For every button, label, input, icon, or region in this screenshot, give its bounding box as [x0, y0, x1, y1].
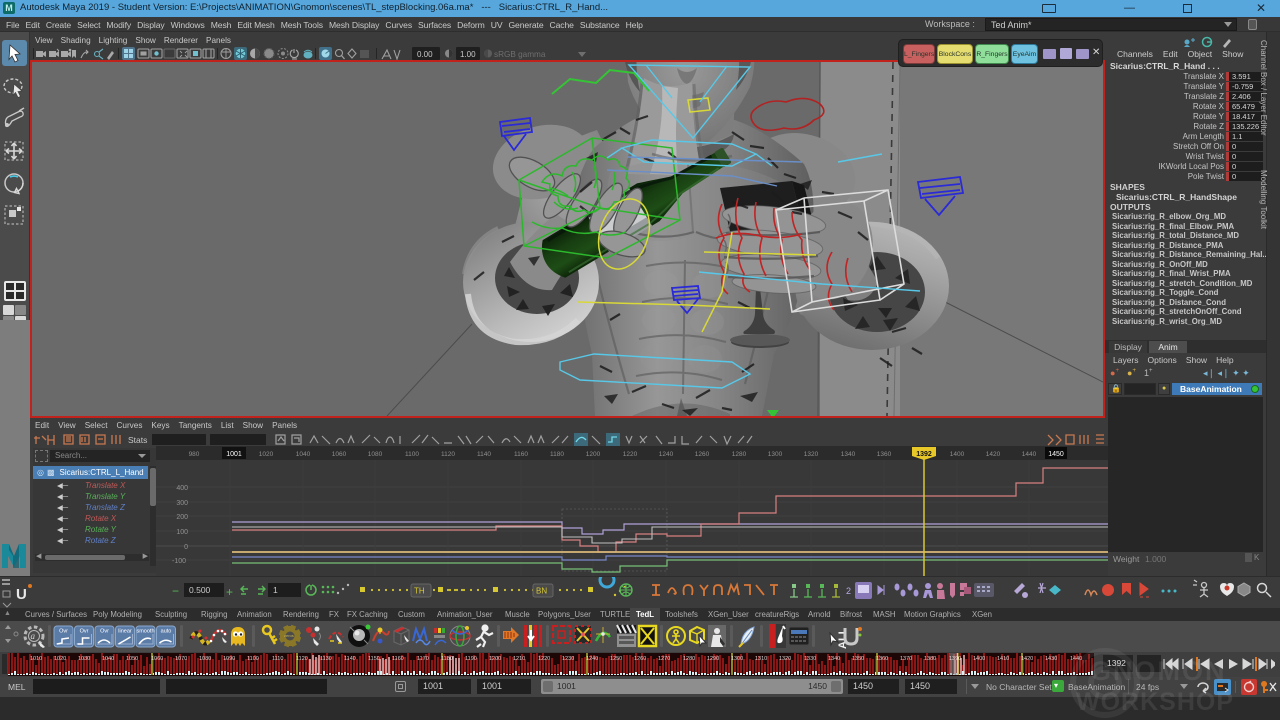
svg-text:1380: 1380	[924, 656, 936, 662]
svg-text:Ovr: Ovr	[59, 629, 68, 635]
svg-text:1120: 1120	[441, 451, 455, 458]
svg-text:+: +	[226, 585, 233, 599]
svg-text:TH: TH	[414, 587, 425, 596]
svg-text:1220: 1220	[538, 656, 550, 662]
svg-text:1300: 1300	[768, 451, 783, 458]
svg-text:Ovr: Ovr	[100, 629, 109, 635]
svg-text:1160: 1160	[514, 451, 528, 458]
svg-text:1020: 1020	[259, 451, 274, 458]
svg-text:1420: 1420	[1021, 656, 1033, 662]
svg-text:1180: 1180	[441, 656, 453, 662]
svg-text:1001: 1001	[226, 451, 242, 458]
svg-text:1060: 1060	[151, 656, 163, 662]
svg-text:1110: 1110	[272, 656, 283, 662]
svg-text:1210: 1210	[513, 656, 525, 662]
svg-text:1360: 1360	[876, 656, 888, 662]
svg-text:2: 2	[846, 586, 851, 596]
svg-text:1340: 1340	[828, 656, 840, 662]
svg-text:1080: 1080	[199, 656, 211, 662]
svg-text:400: 400	[176, 485, 188, 492]
svg-text:1240: 1240	[659, 451, 674, 458]
svg-text:1390: 1390	[949, 656, 961, 662]
svg-text:1400: 1400	[950, 451, 965, 458]
svg-text:1260: 1260	[695, 451, 710, 458]
svg-text:1340: 1340	[841, 451, 856, 458]
svg-text:1040: 1040	[296, 451, 311, 458]
svg-text:1: 1	[273, 585, 278, 595]
svg-text:1250: 1250	[610, 656, 622, 662]
svg-text:1150: 1150	[368, 656, 380, 662]
svg-text:U: U	[16, 586, 27, 603]
svg-text:1420: 1420	[986, 451, 1001, 458]
svg-text:BN: BN	[536, 587, 547, 596]
svg-text:1030: 1030	[78, 656, 90, 662]
svg-text:1220: 1220	[623, 451, 638, 458]
svg-text:1100: 1100	[247, 656, 259, 662]
svg-text:1140: 1140	[477, 451, 491, 458]
svg-text:1100: 1100	[405, 451, 419, 458]
svg-text:1260: 1260	[634, 656, 646, 662]
svg-text:300: 300	[176, 500, 188, 507]
svg-text:sRGB gamma: sRGB gamma	[494, 50, 546, 59]
svg-text:100: 100	[176, 529, 188, 536]
svg-text:1040: 1040	[102, 656, 114, 662]
svg-text:1170: 1170	[417, 656, 429, 662]
svg-text:1070: 1070	[175, 656, 187, 662]
svg-text:1180: 1180	[550, 451, 564, 458]
svg-text:1370: 1370	[900, 656, 912, 662]
svg-text:zeros: zeros	[284, 633, 294, 638]
svg-text:1360: 1360	[877, 451, 892, 458]
svg-text:1270: 1270	[658, 656, 670, 662]
svg-text:linear: linear	[118, 629, 132, 635]
svg-text:1020: 1020	[54, 656, 66, 662]
svg-text:1010: 1010	[30, 656, 42, 662]
svg-text:auto: auto	[161, 629, 172, 635]
svg-text:1330: 1330	[804, 656, 816, 662]
svg-text:1450: 1450	[1048, 451, 1064, 458]
svg-text:1280: 1280	[732, 451, 747, 458]
svg-text:1350: 1350	[852, 656, 864, 662]
svg-text:1440: 1440	[1070, 656, 1082, 662]
svg-text:1050: 1050	[126, 656, 138, 662]
svg-text:Ovr: Ovr	[80, 629, 89, 635]
svg-text:Stats: Stats	[128, 435, 147, 445]
svg-text:200: 200	[176, 514, 188, 521]
svg-text:1430: 1430	[1045, 656, 1057, 662]
svg-text:0.00: 0.00	[417, 50, 433, 59]
svg-text:1130: 1130	[320, 656, 332, 662]
svg-text:980: 980	[189, 451, 200, 458]
svg-text:0.500: 0.500	[189, 585, 211, 595]
svg-text:1090: 1090	[223, 656, 235, 662]
svg-text:1240: 1240	[586, 656, 598, 662]
svg-text:ALL: ALL	[837, 627, 849, 649]
svg-text:−: −	[172, 584, 179, 598]
svg-text:1320: 1320	[804, 451, 819, 458]
svg-text:1080: 1080	[368, 451, 383, 458]
svg-text:a: a	[31, 631, 36, 641]
svg-text:1410: 1410	[997, 656, 1009, 662]
svg-text:0: 0	[184, 544, 188, 551]
svg-text:1160: 1160	[392, 656, 404, 662]
svg-text:1230: 1230	[562, 656, 574, 662]
svg-text:1400: 1400	[973, 656, 985, 662]
svg-text:1392: 1392	[916, 451, 932, 458]
svg-text:-100: -100	[172, 558, 186, 565]
svg-text:1200: 1200	[586, 451, 601, 458]
svg-text:smooth: smooth	[136, 629, 154, 635]
svg-text:1320: 1320	[779, 656, 791, 662]
svg-text:1440: 1440	[1022, 451, 1037, 458]
svg-text:1200: 1200	[489, 656, 501, 662]
svg-text:1280: 1280	[683, 656, 695, 662]
svg-text:1290: 1290	[707, 656, 719, 662]
svg-text:1300: 1300	[731, 656, 743, 662]
svg-text:1060: 1060	[332, 451, 347, 458]
svg-text:1140: 1140	[344, 656, 356, 662]
svg-text:1310: 1310	[755, 656, 767, 662]
svg-text:1.00: 1.00	[460, 50, 476, 59]
svg-text:1120: 1120	[296, 656, 308, 662]
svg-text:1190: 1190	[465, 656, 477, 662]
